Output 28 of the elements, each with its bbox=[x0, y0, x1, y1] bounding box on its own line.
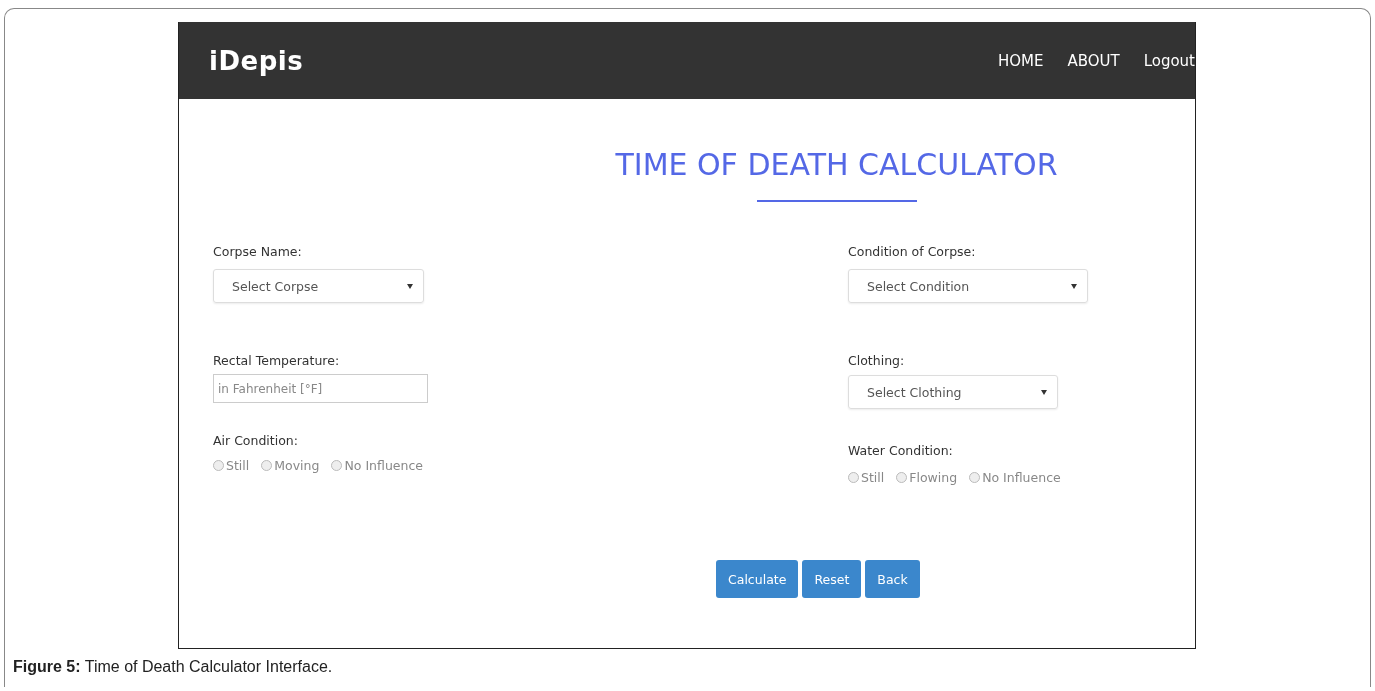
input-field[interactable]: in Fahrenheit [°F] bbox=[213, 374, 428, 403]
dropdown[interactable]: Select Clothing bbox=[848, 375, 1058, 409]
field-label: Clothing: bbox=[848, 353, 905, 368]
field-label: Corpse Name: bbox=[213, 244, 302, 259]
radio-option[interactable]: Moving bbox=[261, 458, 320, 473]
dropdown[interactable]: Select Condition bbox=[848, 269, 1088, 303]
action-button[interactable]: Calculate bbox=[716, 560, 799, 598]
nav-link[interactable]: Logout bbox=[1143, 51, 1195, 70]
page-title: TIME OF DEATH CALCULATOR bbox=[615, 147, 1058, 182]
caret-icon bbox=[1041, 389, 1047, 395]
field-label: Condition of Corpse: bbox=[848, 244, 976, 259]
caret-icon bbox=[1071, 283, 1077, 289]
radio-option[interactable]: No Influence bbox=[331, 458, 423, 473]
field-label: Water Condition: bbox=[848, 443, 953, 458]
radio-option[interactable]: Still bbox=[848, 470, 885, 485]
nav-link[interactable]: HOME bbox=[997, 51, 1044, 70]
nav-link[interactable]: ABOUT bbox=[1067, 51, 1120, 70]
dropdown[interactable]: Select Corpse bbox=[213, 269, 424, 303]
brand-logo[interactable]: iDepis bbox=[209, 45, 304, 76]
action-button[interactable]: Reset bbox=[802, 560, 862, 598]
radio-option[interactable]: No Influence bbox=[969, 470, 1061, 485]
figure-caption: Figure 5: Time of Death Calculator Interface. bbox=[13, 658, 333, 676]
action-button[interactable]: Back bbox=[865, 560, 920, 598]
caret-icon bbox=[407, 283, 413, 289]
radio-option[interactable]: Still bbox=[213, 458, 250, 473]
field-label: Rectal Temperature: bbox=[213, 353, 340, 368]
field-label: Air Condition: bbox=[213, 433, 298, 448]
radio-option[interactable]: Flowing bbox=[896, 470, 958, 485]
